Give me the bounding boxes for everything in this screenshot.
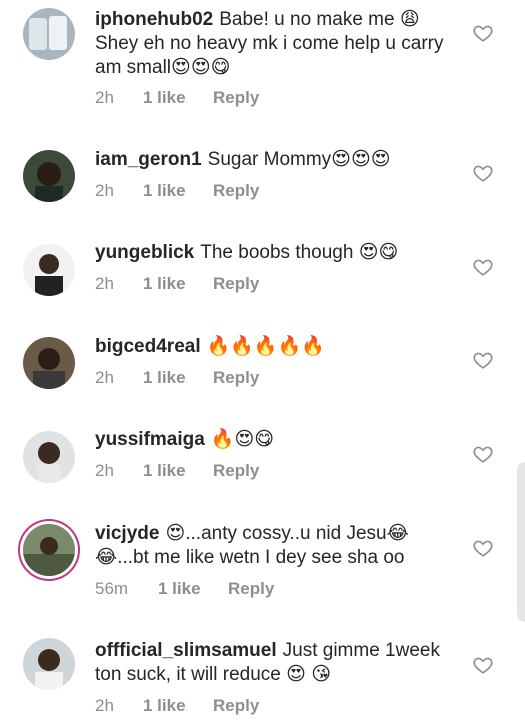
comment-likes[interactable]: 1 like: [158, 579, 228, 599]
avatar[interactable]: [23, 150, 75, 202]
comment-text: yungeblick The boobs though 😍😋: [95, 241, 465, 265]
comment-meta: 2h 1 like Reply: [95, 88, 259, 108]
comment-meta: 2h 1 like Reply: [95, 461, 259, 481]
comment-meta: 2h 1 like Reply: [95, 368, 259, 388]
comment-username[interactable]: offficial_slimsamuel: [95, 640, 277, 661]
avatar[interactable]: [23, 337, 75, 389]
reply-button[interactable]: Reply: [213, 696, 259, 716]
comment-username[interactable]: vicjyde: [95, 523, 159, 544]
comment-time: 2h: [95, 696, 114, 715]
heart-outline-icon[interactable]: [472, 256, 494, 278]
comment-message: Sugar Mommy😍😍😍: [207, 149, 391, 170]
comment-likes[interactable]: 1 like: [143, 88, 213, 108]
comment-likes[interactable]: 1 like: [143, 461, 213, 481]
comment-text: iphonehub02 Babe! u no make me 😩 Shey eh …: [95, 8, 465, 80]
comment-text: bigced4real 🔥🔥🔥🔥🔥: [95, 335, 465, 359]
comment-meta: 2h 1 like Reply: [95, 274, 259, 294]
avatar[interactable]: [23, 638, 75, 690]
comment-text: iam_geron1 Sugar Mommy😍😍😍: [95, 148, 465, 172]
avatar[interactable]: [23, 244, 75, 296]
heart-outline-icon[interactable]: [472, 654, 494, 676]
comment-time: 2h: [95, 461, 114, 480]
comment-username[interactable]: yungeblick: [95, 242, 194, 263]
reply-button[interactable]: Reply: [213, 88, 259, 108]
comment-username[interactable]: bigced4real: [95, 336, 201, 357]
comment-text: yussifmaiga 🔥😍😋: [95, 428, 465, 452]
heart-outline-icon[interactable]: [472, 443, 494, 465]
comment-message: 🔥😍😋: [210, 429, 275, 450]
comment-message: The boobs though 😍😋: [200, 242, 399, 263]
comment-time: 2h: [95, 88, 114, 107]
comment-username[interactable]: yussifmaiga: [95, 429, 205, 450]
reply-button[interactable]: Reply: [213, 274, 259, 294]
comment-likes[interactable]: 1 like: [143, 181, 213, 201]
reply-button[interactable]: Reply: [228, 579, 274, 599]
comment-time: 2h: [95, 368, 114, 387]
heart-outline-icon[interactable]: [472, 22, 494, 44]
reply-button[interactable]: Reply: [213, 368, 259, 388]
scroll-handle[interactable]: [517, 462, 525, 622]
comment-meta: 2h 1 like Reply: [95, 181, 259, 201]
comment-time: 56m: [95, 579, 129, 598]
avatar[interactable]: [23, 524, 75, 576]
comment-text: vicjyde 😍...anty cossy..u nid Jesu😂 😂...b…: [95, 522, 465, 570]
avatar[interactable]: [23, 431, 75, 483]
comment-likes[interactable]: 1 like: [143, 274, 213, 294]
avatar[interactable]: [23, 8, 75, 60]
heart-outline-icon[interactable]: [472, 162, 494, 184]
comment-time: 2h: [95, 181, 114, 200]
heart-outline-icon[interactable]: [472, 537, 494, 559]
comment-text: offficial_slimsamuel Just gimme 1week ton…: [95, 639, 465, 687]
heart-outline-icon[interactable]: [472, 349, 494, 371]
reply-button[interactable]: Reply: [213, 461, 259, 481]
comment-username[interactable]: iam_geron1: [95, 149, 202, 170]
reply-button[interactable]: Reply: [213, 181, 259, 201]
comment-message: 🔥🔥🔥🔥🔥: [206, 336, 325, 357]
comment-meta: 2h 1 like Reply: [95, 696, 259, 716]
comment-time: 2h: [95, 274, 114, 293]
comment-likes[interactable]: 1 like: [143, 368, 213, 388]
comment-likes[interactable]: 1 like: [143, 696, 213, 716]
comment-username[interactable]: iphonehub02: [95, 9, 213, 30]
comment-meta: 56m 1 like Reply: [95, 579, 274, 599]
